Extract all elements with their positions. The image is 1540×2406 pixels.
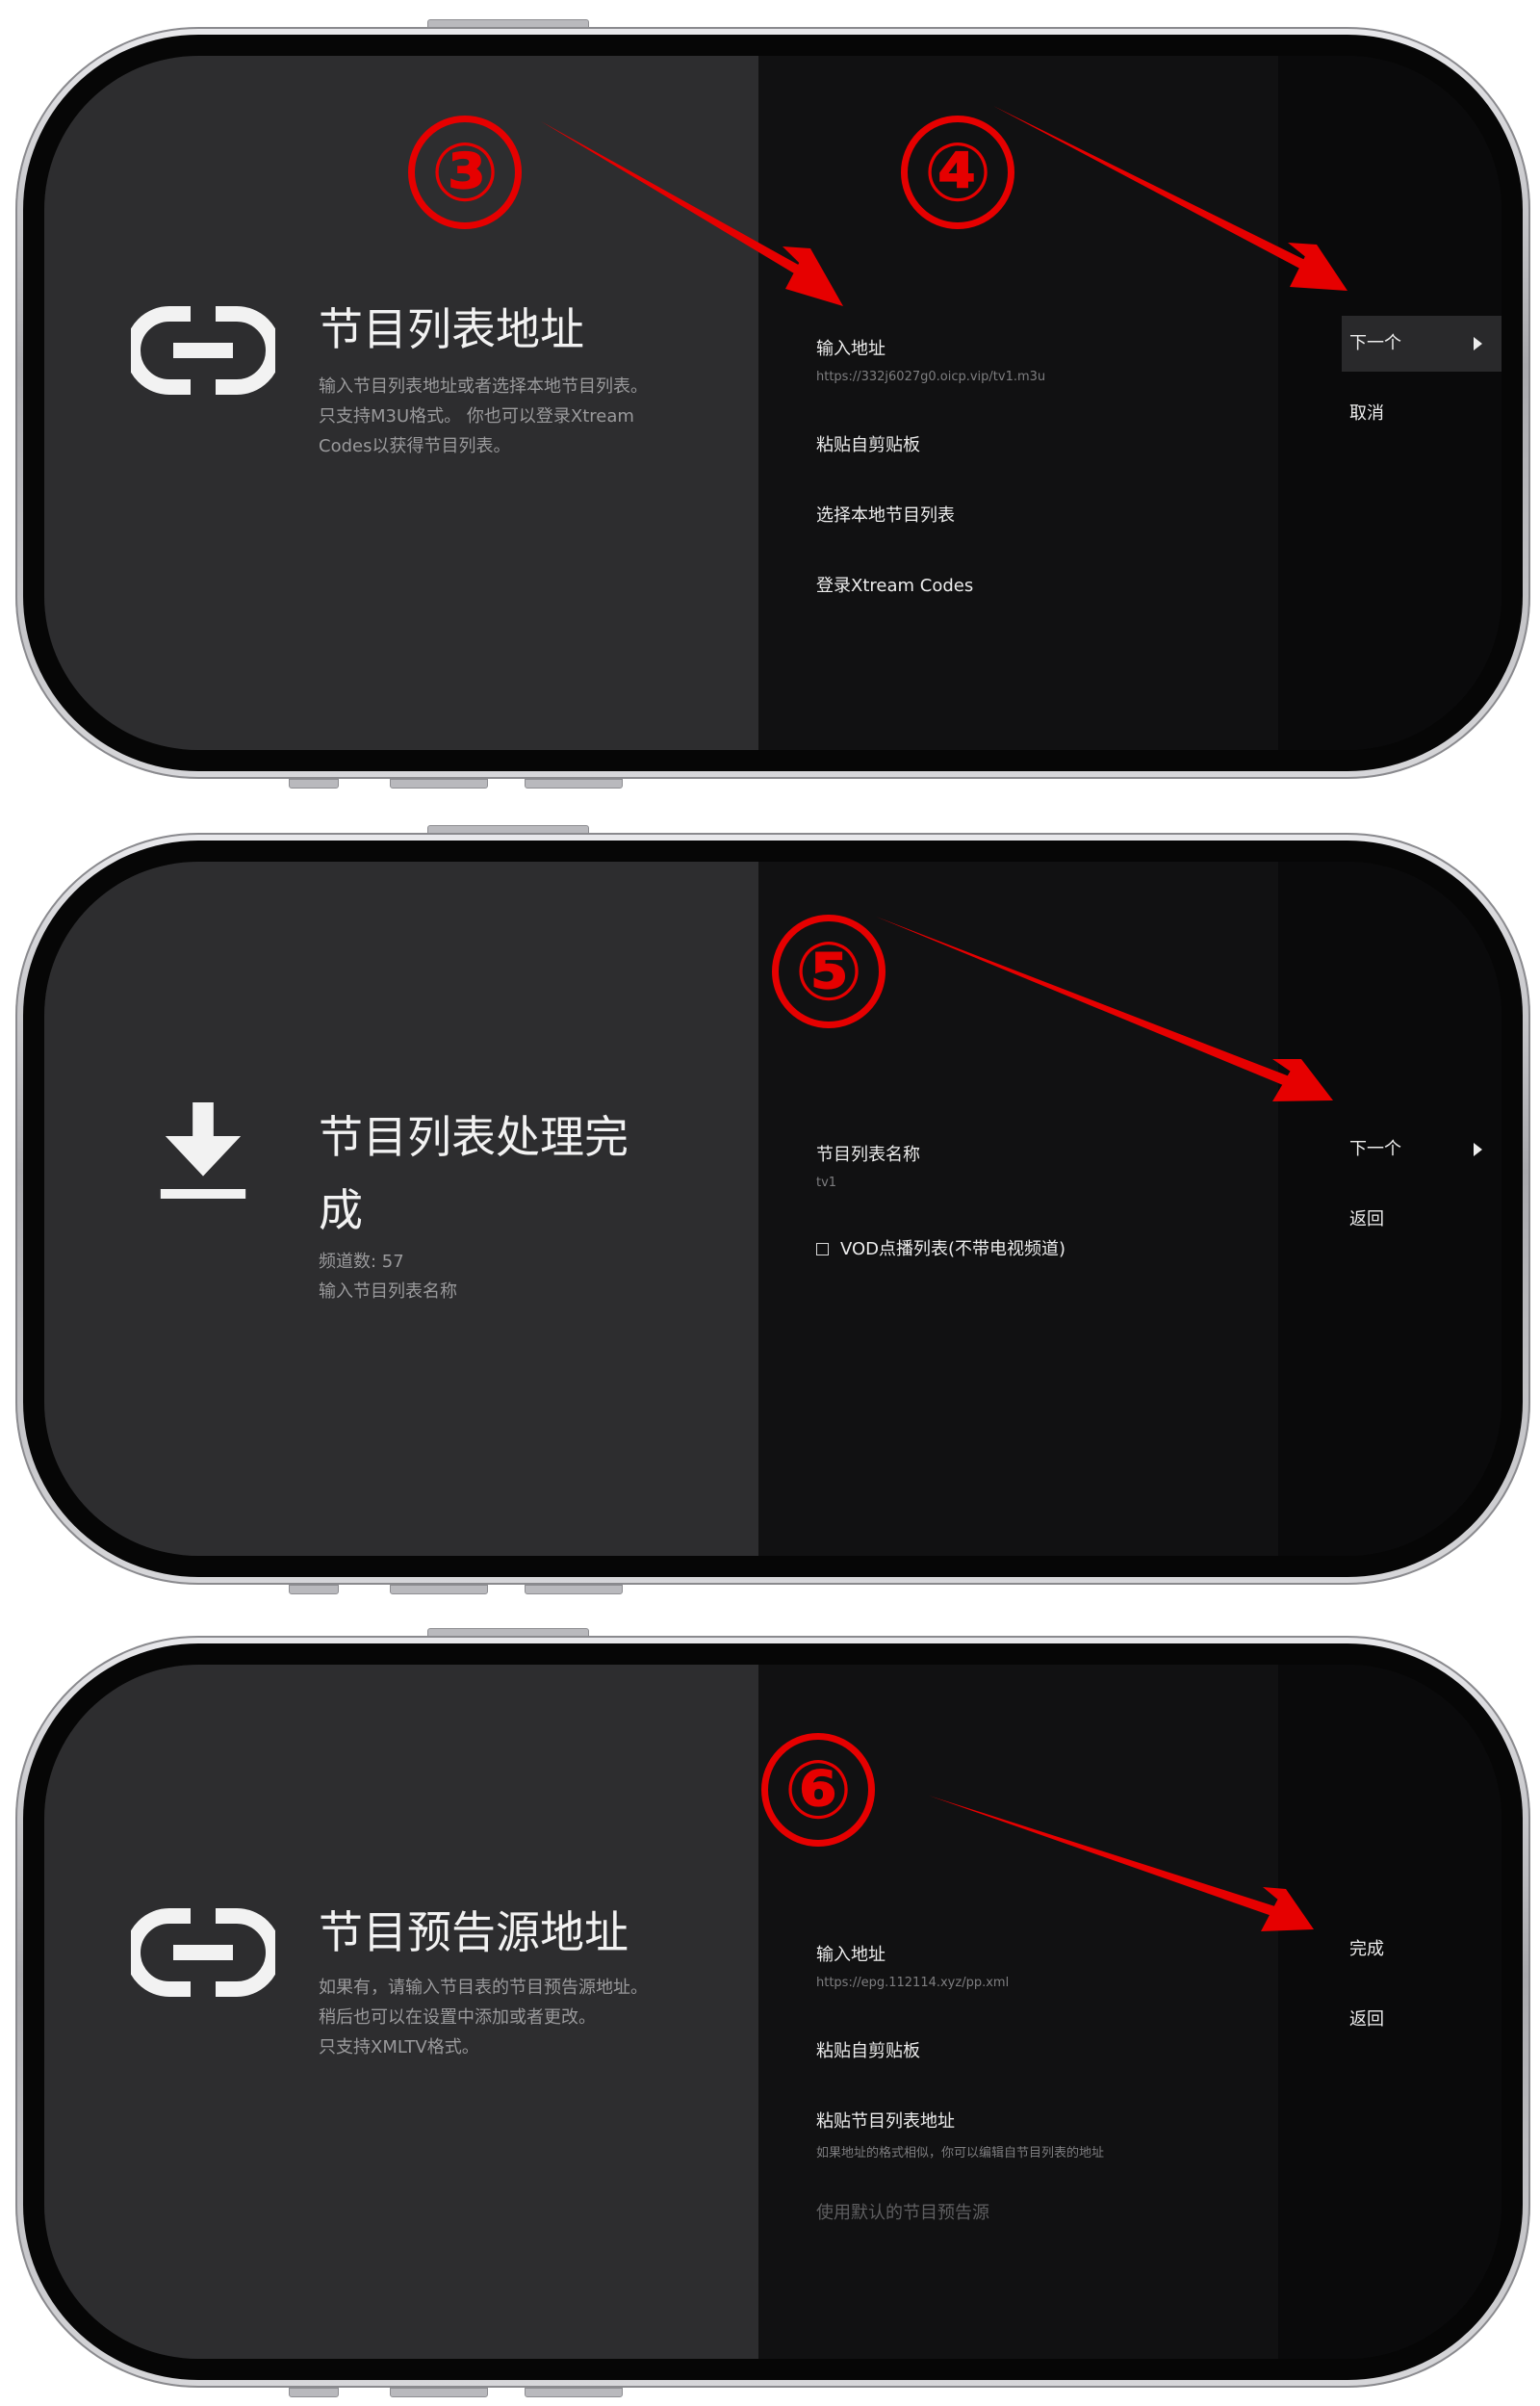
side-button (390, 2388, 488, 2397)
play-arrow-icon (1474, 337, 1482, 350)
option-paste-clipboard[interactable]: 粘贴自剪贴板 (816, 431, 920, 456)
step-badge-6: ⑥ (761, 1733, 875, 1847)
side-button (289, 1585, 339, 1594)
side-button (525, 779, 623, 789)
page-description: 频道数: 57 输入节目列表名称 (319, 1252, 457, 1302)
next-button[interactable]: 下一个 (1342, 316, 1502, 372)
option-vod-playlist[interactable]: VOD点播列表(不带电视频道) (816, 1235, 1065, 1260)
address-value: https://epg.112114.xyz/pp.xml (816, 1976, 1010, 1990)
address-value: https://332j6027g0.oicp.vip/tv1.m3u (816, 370, 1046, 384)
option-select-local-playlist[interactable]: 选择本地节目列表 (816, 502, 955, 527)
phone-frame-1: 节目列表地址 输入节目列表地址或者选择本地节目列表。 只支持M3U格式。 你也可… (15, 27, 1530, 779)
next-button[interactable]: 下一个 (1342, 1122, 1502, 1177)
side-button (390, 779, 488, 789)
cancel-button[interactable]: 取消 (1342, 386, 1502, 442)
option-enter-address[interactable]: 输入地址 https://332j6027g0.oicp.vip/tv1.m3u (816, 335, 1045, 384)
done-button[interactable]: 完成 (1342, 1922, 1502, 1978)
side-button (390, 1585, 488, 1594)
option-enter-address[interactable]: 输入地址 https://epg.112114.xyz/pp.xml (816, 1941, 1009, 1990)
side-button (525, 1585, 623, 1594)
info-pane: 节目列表地址 输入节目列表地址或者选择本地节目列表。 只支持M3U格式。 你也可… (44, 56, 758, 750)
page-description: 如果有，请输入节目表的节目预告源地址。 稍后也可以在设置中添加或者更改。 只支持… (319, 1978, 648, 2057)
step-badge-5: ⑤ (772, 915, 886, 1028)
step-badge-4: ④ (901, 116, 1014, 229)
step-badge-3: ③ (408, 116, 522, 229)
page-description: 输入节目列表地址或者选择本地节目列表。 只支持M3U格式。 你也可以登录Xtre… (319, 376, 648, 456)
options-pane (758, 56, 1278, 750)
back-button[interactable]: 返回 (1342, 1992, 1502, 2048)
link-icon (131, 1908, 275, 1997)
option-hint: 如果地址的格式相似，你可以编辑自节目列表的地址 (816, 2146, 1105, 2160)
option-paste-playlist-address[interactable]: 粘贴节目列表地址 如果地址的格式相似，你可以编辑自节目列表的地址 (816, 2108, 1104, 2160)
screen-playlist-url: 节目列表地址 输入节目列表地址或者选择本地节目列表。 只支持M3U格式。 你也可… (44, 56, 1502, 750)
download-icon (160, 1102, 246, 1199)
phone-frame-3: 节目预告源地址 如果有，请输入节目表的节目预告源地址。 稍后也可以在设置中添加或… (15, 1636, 1530, 2388)
info-pane: 节目预告源地址 如果有，请输入节目表的节目预告源地址。 稍后也可以在设置中添加或… (44, 1665, 758, 2359)
page-title: 节目预告源地址 (319, 1906, 629, 1958)
info-pane: 节目列表处理完 成 频道数: 57 输入节目列表名称 (44, 862, 758, 1556)
option-use-default-epg[interactable]: 使用默认的节目预告源 (816, 2199, 989, 2224)
playlist-name-value: tv1 (816, 1176, 837, 1190)
back-button[interactable]: 返回 (1342, 1192, 1502, 1248)
option-paste-clipboard[interactable]: 粘贴自剪贴板 (816, 2037, 920, 2062)
page-title: 节目列表地址 (319, 303, 584, 355)
side-button (289, 2388, 339, 2397)
option-playlist-name[interactable]: 节目列表名称 tv1 (816, 1141, 920, 1190)
side-button (525, 2388, 623, 2397)
page-title: 节目列表处理完 成 (319, 1111, 629, 1236)
play-arrow-icon (1474, 1143, 1482, 1156)
phone-frame-2: 节目列表处理完 成 频道数: 57 输入节目列表名称 节目列表名称 tv1 VO… (15, 833, 1530, 1585)
side-button (289, 779, 339, 789)
option-login-xtream[interactable]: 登录Xtream Codes (816, 572, 973, 597)
checkbox-icon[interactable] (816, 1243, 829, 1255)
link-icon (131, 306, 275, 395)
